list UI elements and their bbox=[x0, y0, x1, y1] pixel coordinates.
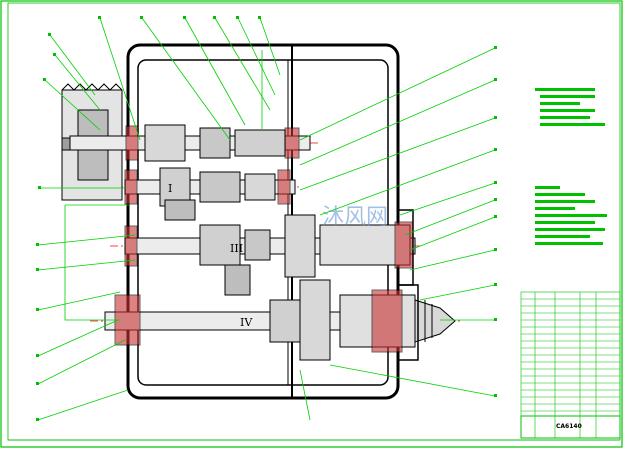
shaft-label-3: III bbox=[230, 242, 243, 255]
shaft-label-1: I bbox=[168, 182, 172, 195]
technical-notes-top bbox=[535, 88, 605, 126]
shaft-2 bbox=[124, 167, 296, 221]
title-block bbox=[520, 291, 621, 439]
title-block-drawing-name: CA6140 bbox=[556, 423, 582, 430]
technical-notes-mid bbox=[535, 186, 607, 245]
shaft-label-4: IV bbox=[240, 316, 253, 329]
watermark: 沐风网 bbox=[322, 205, 388, 230]
assembly-drawing: I III IV 沐风网 CA6140 bbox=[0, 0, 623, 448]
shaft-4 bbox=[104, 279, 456, 361]
leader-lines bbox=[37, 17, 496, 421]
